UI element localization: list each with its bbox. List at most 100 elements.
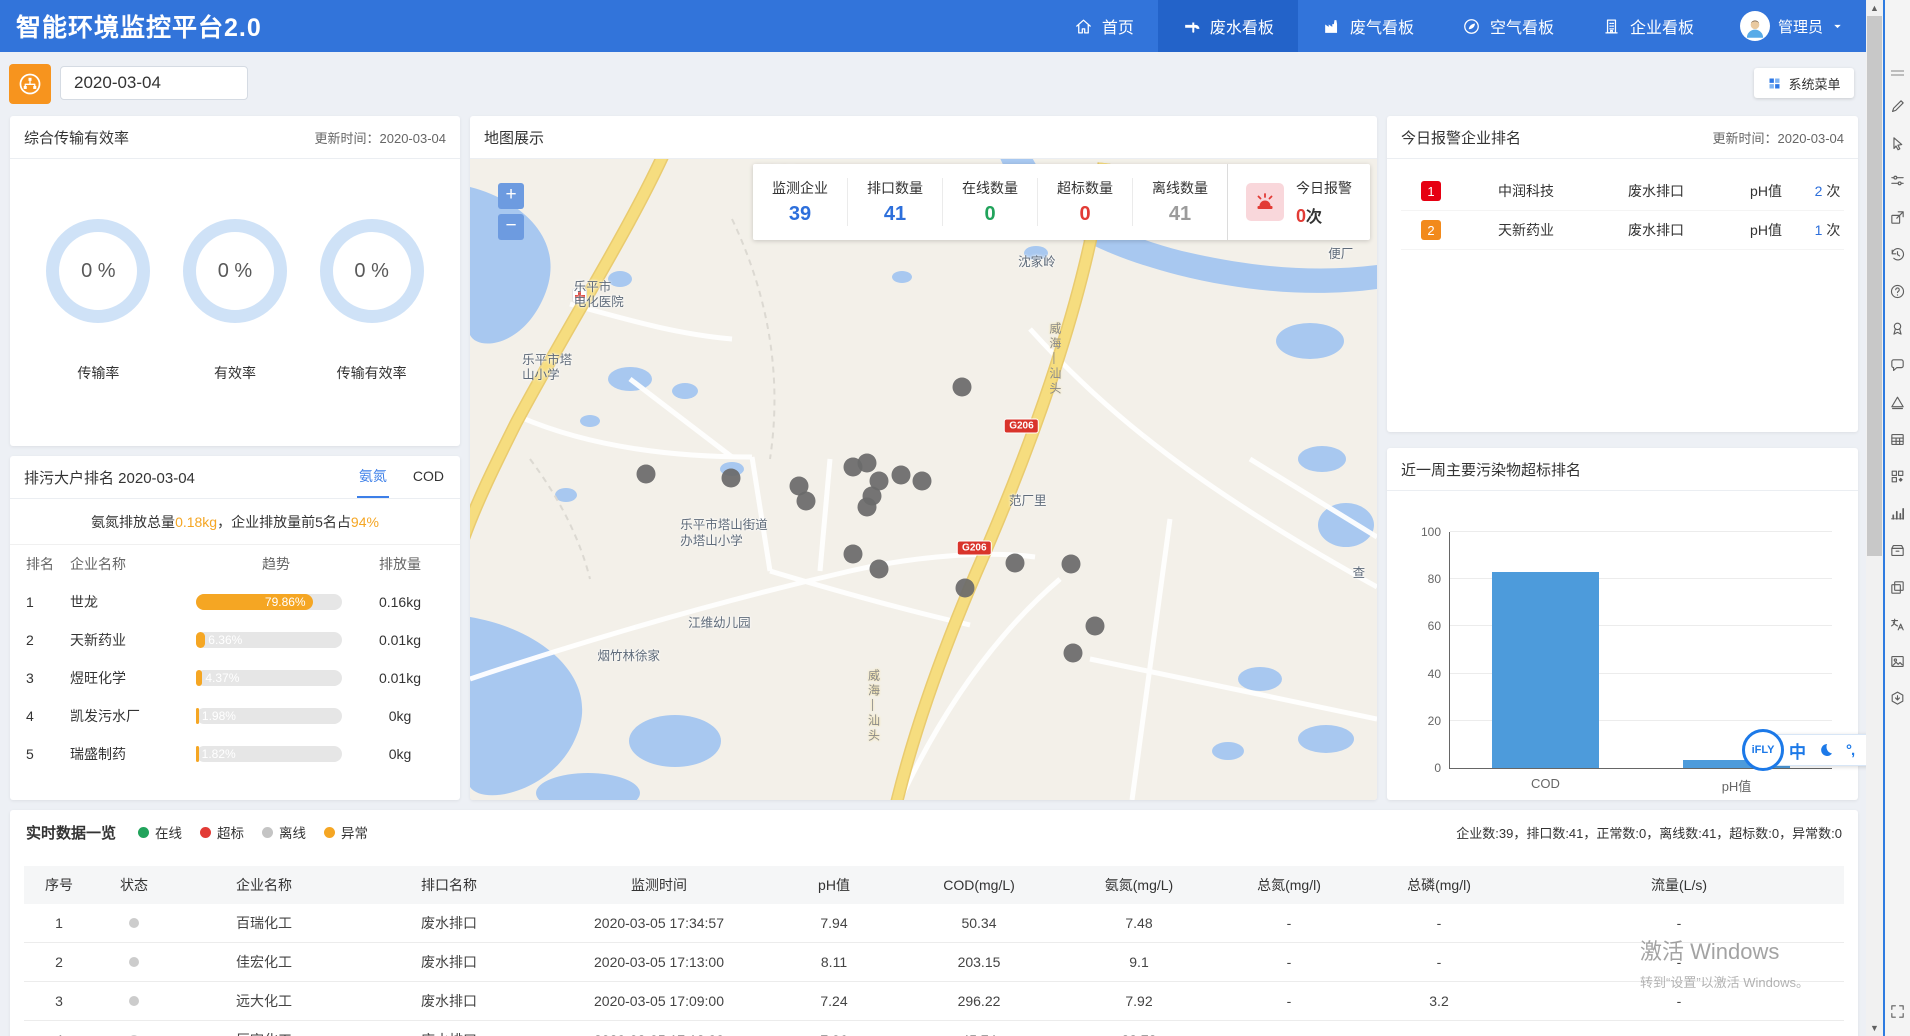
ifly-logo[interactable]: iFLY bbox=[1742, 729, 1784, 771]
bar-chart-icon[interactable] bbox=[1885, 495, 1910, 532]
company-name: 凯发污水厂 bbox=[70, 706, 196, 726]
company-name: 天新药业 bbox=[70, 630, 196, 650]
nav-item[interactable]: 废水看板 bbox=[1158, 0, 1298, 52]
ranking-row[interactable]: 1 世龙 79.86% 0.16kg bbox=[10, 583, 460, 621]
nav-item[interactable]: 空气看板 bbox=[1438, 0, 1578, 52]
network-icon bbox=[17, 71, 43, 97]
trend-bar: 6.36% bbox=[196, 632, 342, 648]
gauge-donut: 0 % bbox=[46, 219, 150, 323]
trend-pct: 6.36% bbox=[208, 632, 242, 648]
ranking-row[interactable]: 4 凯发污水厂 1.98% 0kg bbox=[10, 697, 460, 735]
map[interactable]: + − 乐平市 电化医院乐平市塔 山小学范厂里乐平市塔山街道 办塔山小学江维幼儿… bbox=[470, 159, 1377, 800]
history-icon[interactable] bbox=[1885, 236, 1910, 273]
right-sidebar bbox=[1883, 0, 1910, 1036]
system-menu-button[interactable]: 系统菜单 bbox=[1754, 68, 1854, 98]
nav-item[interactable]: 废气看板 bbox=[1298, 0, 1438, 52]
enterprise-marker[interactable] bbox=[956, 578, 975, 597]
factory-icon bbox=[1322, 17, 1341, 36]
trend-bar: 79.86% bbox=[196, 594, 342, 610]
company-name: 世龙 bbox=[70, 592, 196, 612]
panel-title: 近一周主要污染物超标排名 bbox=[1401, 459, 1581, 480]
table-row[interactable]: 2 佳宏化工 废水排口 2020-03-05 17:13:00 8.11 203… bbox=[24, 943, 1844, 982]
picture-icon[interactable] bbox=[1885, 643, 1910, 680]
scrollbar-thumb[interactable] bbox=[1867, 16, 1882, 556]
map-zoom-in-button[interactable]: + bbox=[498, 183, 524, 209]
ranking-header: 排名 企业名称 趋势 排放量 bbox=[10, 545, 460, 583]
nav-item[interactable]: 企业看板 bbox=[1578, 0, 1718, 52]
status-dot bbox=[129, 918, 139, 928]
ranking-row[interactable]: 2 天新药业 6.36% 0.01kg bbox=[10, 621, 460, 659]
table-row[interactable]: 4 辰宇化工 废水排口 2020-03-05 17:12:00 7.06 45.… bbox=[24, 1021, 1844, 1036]
table-row[interactable]: 1 百瑞化工 废水排口 2020-03-05 17:34:57 7.94 50.… bbox=[24, 904, 1844, 943]
warning-icon[interactable] bbox=[1885, 384, 1910, 421]
ranking-row[interactable]: 5 瑞盛制药 1.82% 0kg bbox=[10, 735, 460, 773]
update-time: 更新时间：2020-03-04 bbox=[315, 128, 447, 147]
trend-bar: 4.37% bbox=[196, 670, 342, 686]
widgets-icon[interactable] bbox=[1885, 458, 1910, 495]
alarm-row[interactable]: 1 中润科技 废水排口 pH值 2 次 bbox=[1401, 172, 1844, 211]
table-icon[interactable] bbox=[1885, 421, 1910, 458]
enterprise-marker[interactable] bbox=[1064, 644, 1083, 663]
alarm-row[interactable]: 2 天新药业 废水排口 pH值 1 次 bbox=[1401, 211, 1844, 250]
archive-icon[interactable] bbox=[1885, 532, 1910, 569]
home-icon bbox=[1074, 17, 1093, 36]
share-icon[interactable] bbox=[1885, 199, 1910, 236]
person-icon bbox=[1742, 15, 1768, 41]
sidebar-handle[interactable] bbox=[1891, 70, 1904, 72]
enterprise-marker[interactable] bbox=[870, 560, 889, 579]
ranking-summary: 氨氮排放总量0.18kg，企业排放量前5名占94% bbox=[10, 499, 460, 545]
enterprise-marker[interactable] bbox=[891, 466, 910, 485]
company-name: 中润科技 bbox=[1461, 181, 1591, 201]
panel-title: 地图展示 bbox=[484, 127, 544, 148]
date-input[interactable] bbox=[60, 66, 248, 100]
enterprise-marker[interactable] bbox=[636, 464, 655, 483]
ime-punctuation[interactable]: °, bbox=[1846, 742, 1854, 759]
map-zoom-control: + − bbox=[498, 183, 524, 245]
scroll-down-arrow[interactable]: ▼ bbox=[1866, 1020, 1883, 1036]
sliders-icon[interactable] bbox=[1885, 162, 1910, 199]
map-stat: 离线数量 41 bbox=[1133, 178, 1227, 226]
table-row[interactable]: 3 远大化工 废水排口 2020-03-05 17:09:00 7.24 296… bbox=[24, 982, 1844, 1021]
help-icon[interactable] bbox=[1885, 273, 1910, 310]
ime-mode-chinese[interactable]: 中 bbox=[1789, 738, 1806, 763]
enterprise-marker[interactable] bbox=[1062, 555, 1081, 574]
translate-icon[interactable] bbox=[1885, 606, 1910, 643]
nav-item[interactable]: 首页 bbox=[1050, 0, 1158, 52]
alarm-rows: 1 中润科技 废水排口 pH值 2 次 2 天新药业 废水排口 pH值 1 次 bbox=[1387, 159, 1858, 250]
ranking-row[interactable]: 3 煜旺化学 4.37% 0.01kg bbox=[10, 659, 460, 697]
enterprise-marker[interactable] bbox=[796, 492, 815, 511]
cursor-icon[interactable] bbox=[1885, 125, 1910, 162]
images-icon[interactable] bbox=[1885, 569, 1910, 606]
ranking-tab[interactable]: COD bbox=[411, 456, 446, 498]
comment-icon[interactable] bbox=[1885, 347, 1910, 384]
download-icon[interactable] bbox=[1885, 680, 1910, 717]
map-zoom-out-button[interactable]: − bbox=[498, 214, 524, 240]
user-menu[interactable]: 管理员 bbox=[1718, 11, 1866, 41]
nav-item-label: 废气看板 bbox=[1350, 14, 1414, 38]
company-name: 百瑞化工 bbox=[174, 913, 354, 933]
fullscreen-icon[interactable] bbox=[1885, 993, 1910, 1030]
enterprise-marker[interactable] bbox=[858, 498, 877, 517]
company-name: 佳宏化工 bbox=[174, 952, 354, 972]
enterprise-marker[interactable] bbox=[1085, 617, 1104, 636]
scrollbar[interactable]: ▲ ▼ bbox=[1866, 0, 1883, 1036]
scroll-up-arrow[interactable]: ▲ bbox=[1866, 0, 1883, 16]
enterprise-marker[interactable] bbox=[952, 378, 971, 397]
building-icon bbox=[1602, 17, 1621, 36]
road-name-label: 威海—汕头 bbox=[1047, 322, 1064, 397]
ranking-tab[interactable]: 氨氮 bbox=[357, 456, 389, 498]
enterprise-marker[interactable] bbox=[912, 471, 931, 490]
medal-icon[interactable] bbox=[1885, 310, 1910, 347]
enterprise-marker[interactable] bbox=[722, 469, 741, 488]
enterprise-marker[interactable] bbox=[858, 453, 877, 472]
enterprise-marker[interactable] bbox=[843, 544, 862, 563]
pen-icon[interactable] bbox=[1885, 88, 1910, 125]
column-header: 总磷(mg/l) bbox=[1364, 875, 1514, 895]
enterprise-marker[interactable] bbox=[1006, 553, 1025, 572]
trend-pct: 79.86% bbox=[265, 594, 306, 610]
map-place-label: 乐平市塔 山小学 bbox=[522, 353, 572, 384]
network-quick-button[interactable] bbox=[9, 64, 51, 104]
moon-icon[interactable] bbox=[1817, 741, 1835, 759]
panel-title: 综合传输有效率 bbox=[24, 127, 129, 148]
enterprise-marker[interactable] bbox=[870, 471, 889, 490]
